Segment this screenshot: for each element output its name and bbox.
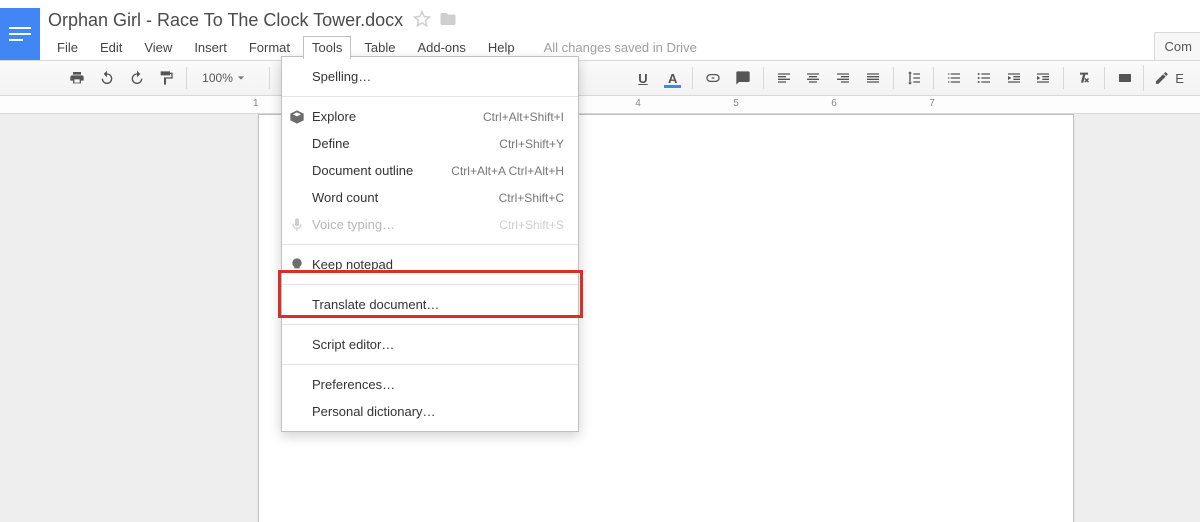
toolbar-separator (692, 67, 693, 89)
menu-item-translate-document[interactable]: Translate document… (282, 291, 578, 318)
menu-divider (282, 284, 578, 285)
toolbar-separator (1063, 67, 1064, 89)
menu-item-label: Preferences… (312, 377, 564, 392)
toolbar-separator (893, 67, 894, 89)
align-center-button[interactable] (800, 65, 828, 91)
redo-button[interactable] (123, 65, 151, 91)
paint-format-button[interactable] (152, 65, 180, 91)
menu-tools[interactable]: Tools (303, 36, 351, 59)
underline-button[interactable]: U (629, 65, 657, 91)
save-status: All changes saved in Drive (544, 40, 697, 55)
header-right-actions: Com (1154, 32, 1200, 61)
ruler-number: 5 (733, 98, 739, 109)
menu-item-define[interactable]: Define Ctrl+Shift+Y (282, 130, 578, 157)
title-area: Orphan Girl - Race To The Clock Tower.do… (48, 4, 1200, 60)
ruler-number: 4 (635, 98, 641, 109)
zoom-select[interactable]: 100% (193, 65, 263, 91)
menu-item-label: Document outline (312, 163, 439, 178)
menu-item-shortcut: Ctrl+Shift+C (499, 191, 564, 205)
docs-icon (9, 27, 31, 41)
menu-item-label: Explore (312, 109, 471, 124)
title-row: Orphan Girl - Race To The Clock Tower.do… (48, 8, 1200, 32)
menu-item-script-editor[interactable]: Script editor… (282, 331, 578, 358)
underline-letter: U (638, 71, 647, 86)
align-justify-button[interactable] (859, 65, 887, 91)
workspace: 1 4 5 6 7 (0, 96, 1200, 522)
menu-divider (282, 96, 578, 97)
insert-link-button[interactable] (699, 65, 727, 91)
star-icon[interactable] (413, 10, 431, 31)
numbered-list-button[interactable] (940, 65, 968, 91)
toolbar-separator (1104, 67, 1105, 89)
clear-formatting-button[interactable] (1070, 65, 1098, 91)
menu-item-spelling[interactable]: Spelling… (282, 63, 578, 90)
comments-button[interactable]: Com (1154, 32, 1200, 61)
decrease-indent-button[interactable] (1000, 65, 1028, 91)
undo-button[interactable] (93, 65, 121, 91)
text-color-letter: A (668, 71, 677, 86)
menu-item-label: Word count (312, 190, 487, 205)
menu-item-label: Translate document… (312, 297, 564, 312)
app-header: Orphan Girl - Race To The Clock Tower.do… (0, 0, 1200, 60)
menubar: FileEditViewInsertFormatToolsTableAdd-on… (48, 34, 1200, 60)
ruler-number: 6 (831, 98, 837, 109)
editing-mode-label: E (1175, 71, 1184, 86)
mic-icon (288, 216, 306, 234)
toolbar-separator (186, 67, 187, 89)
print-button[interactable] (63, 65, 91, 91)
menu-divider (282, 324, 578, 325)
input-tools-button[interactable] (1111, 65, 1139, 91)
menu-item-explore[interactable]: Explore Ctrl+Alt+Shift+I (282, 103, 578, 130)
docs-app-icon[interactable] (0, 8, 40, 60)
menu-item-label: Personal dictionary… (312, 404, 564, 419)
menu-item-document-outline[interactable]: Document outline Ctrl+Alt+A Ctrl+Alt+H (282, 157, 578, 184)
menu-edit[interactable]: Edit (91, 36, 131, 59)
chevron-down-icon (237, 74, 245, 82)
menu-view[interactable]: View (135, 36, 181, 59)
toolbar-separator (763, 67, 764, 89)
menu-item-voice-typing: Voice typing… Ctrl+Shift+S (282, 211, 578, 238)
editing-mode-button[interactable]: E (1143, 65, 1194, 91)
ruler-number: 1 (253, 98, 259, 109)
menu-item-shortcut: Ctrl+Shift+S (499, 218, 564, 232)
insert-comment-button[interactable] (729, 65, 757, 91)
menu-item-keep-notepad[interactable]: Keep notepad (282, 251, 578, 278)
menu-item-shortcut: Ctrl+Shift+Y (499, 137, 564, 151)
line-spacing-button[interactable] (900, 65, 928, 91)
toolbar: 100% Head U A E (0, 60, 1200, 96)
menu-item-label: Keep notepad (312, 257, 564, 272)
bulleted-list-button[interactable] (970, 65, 998, 91)
increase-indent-button[interactable] (1029, 65, 1057, 91)
menu-item-shortcut: Ctrl+Alt+A Ctrl+Alt+H (451, 164, 564, 178)
toolbar-separator (269, 67, 270, 89)
menu-item-shortcut: Ctrl+Alt+Shift+I (483, 110, 564, 124)
horizontal-ruler[interactable]: 1 4 5 6 7 (0, 96, 1200, 114)
folder-icon[interactable] (439, 10, 457, 31)
menu-item-label: Define (312, 136, 487, 151)
align-right-button[interactable] (829, 65, 857, 91)
menu-divider (282, 364, 578, 365)
toolbar-separator (933, 67, 934, 89)
menu-item-personal-dictionary[interactable]: Personal dictionary… (282, 398, 578, 425)
tools-menu-dropdown: Spelling… Explore Ctrl+Alt+Shift+I Define Ct… (281, 56, 579, 432)
text-color-button[interactable]: A (659, 65, 687, 91)
menu-item-label: Spelling… (312, 69, 564, 84)
title-icons (413, 10, 457, 31)
explore-icon (288, 108, 306, 126)
document-title[interactable]: Orphan Girl - Race To The Clock Tower.do… (48, 10, 403, 31)
menu-divider (282, 244, 578, 245)
menu-item-word-count[interactable]: Word count Ctrl+Shift+C (282, 184, 578, 211)
zoom-value: 100% (202, 71, 233, 85)
menu-item-label: Script editor… (312, 337, 564, 352)
menu-item-label: Voice typing… (312, 217, 487, 232)
pencil-icon (1154, 70, 1170, 86)
menu-file[interactable]: File (48, 36, 87, 59)
ruler-number: 7 (929, 98, 935, 109)
keep-icon (288, 256, 306, 274)
menu-item-preferences[interactable]: Preferences… (282, 371, 578, 398)
align-left-button[interactable] (770, 65, 798, 91)
menu-insert[interactable]: Insert (185, 36, 236, 59)
